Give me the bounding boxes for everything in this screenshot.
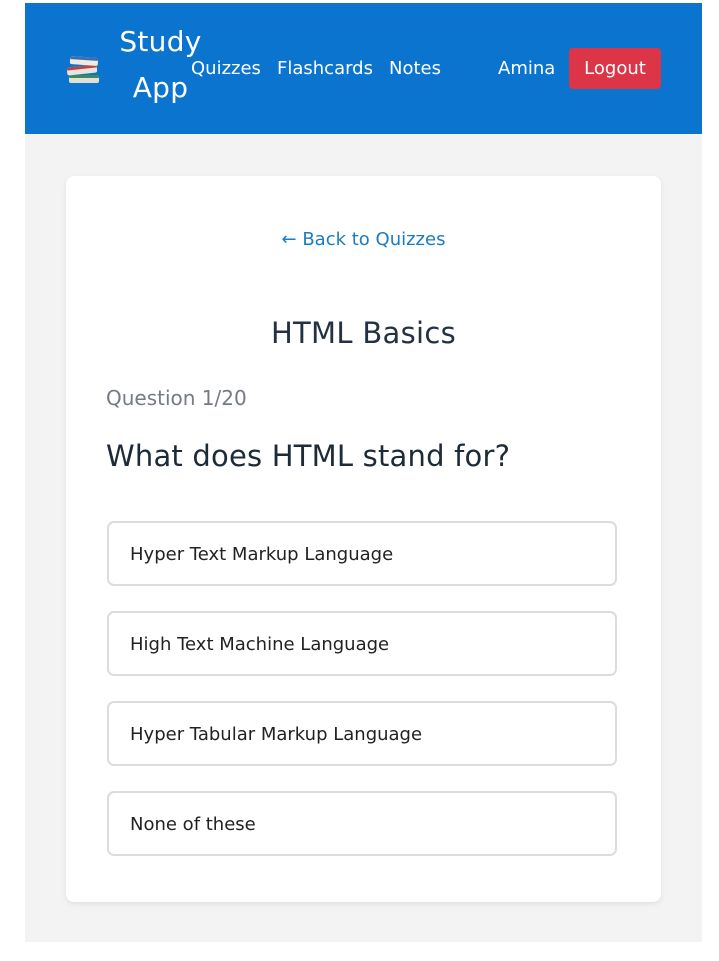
nav-link-notes[interactable]: Notes — [389, 57, 441, 81]
user-name[interactable]: Amina — [498, 57, 555, 81]
quiz-card: ← Back to Quizzes HTML Basics Question 1… — [66, 176, 661, 902]
navbar: Study App Quizzes Flashcards Notes Amina… — [25, 3, 702, 134]
logout-button[interactable]: Logout — [569, 48, 661, 89]
answer-option-2[interactable]: High Text Machine Language — [107, 611, 617, 676]
answer-option-label: Hyper Text Markup Language — [130, 544, 394, 565]
back-to-quizzes-link[interactable]: ← Back to Quizzes — [66, 228, 661, 252]
answer-option-label: None of these — [130, 814, 256, 835]
answer-option-3[interactable]: Hyper Tabular Markup Language — [107, 701, 617, 766]
nav-link-quizzes[interactable]: Quizzes — [191, 57, 261, 81]
question-counter: Question 1/20 — [106, 386, 247, 410]
brand-name-line1: Study — [119, 25, 202, 58]
question-text: What does HTML stand for? — [106, 439, 511, 473]
quiz-title: HTML Basics — [270, 316, 457, 350]
app-frame: Study App Quizzes Flashcards Notes Amina… — [25, 3, 702, 942]
answer-option-label: High Text Machine Language — [130, 634, 390, 655]
nav-link-flashcards[interactable]: Flashcards — [277, 57, 373, 81]
answer-option-label: Hyper Tabular Markup Language — [130, 724, 423, 745]
answer-option-4[interactable]: None of these — [107, 791, 617, 856]
books-icon — [66, 56, 99, 83]
answer-option-1[interactable]: Hyper Text Markup Language — [107, 521, 617, 586]
